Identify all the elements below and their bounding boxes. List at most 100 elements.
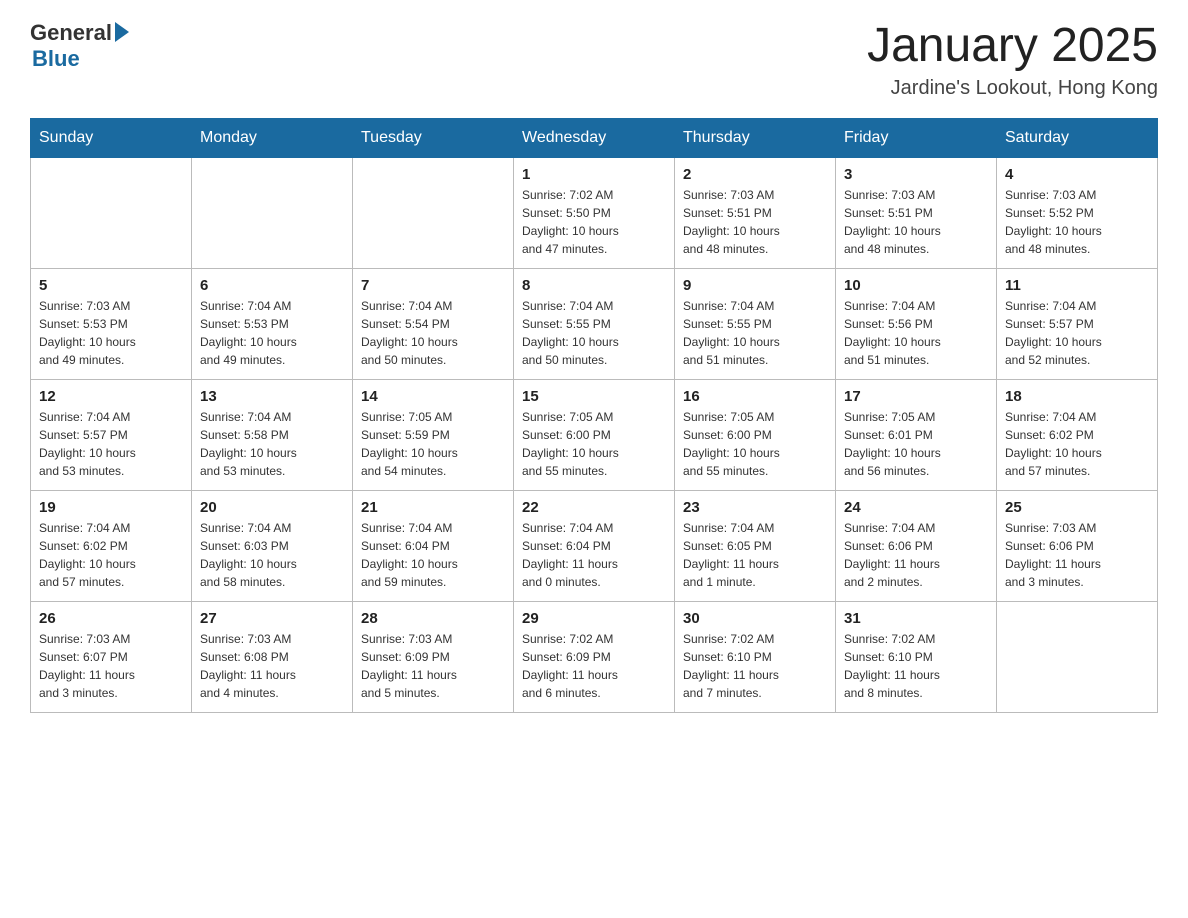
day-info: Sunrise: 7:04 AM Sunset: 5:55 PM Dayligh…	[522, 297, 666, 369]
calendar-cell	[192, 157, 353, 268]
calendar-cell: 5 Sunrise: 7:03 AM Sunset: 5:53 PM Daylig…	[31, 268, 192, 379]
day-info: Sunrise: 7:02 AM Sunset: 6:09 PM Dayligh…	[522, 630, 666, 702]
calendar-cell: 1Sunrise: 7:02 AM Sunset: 5:50 PM Daylig…	[514, 157, 675, 268]
day-info: Sunrise: 7:04 AM Sunset: 5:57 PM Dayligh…	[1005, 297, 1149, 369]
day-number: 28	[361, 610, 505, 627]
calendar-cell: 28 Sunrise: 7:03 AM Sunset: 6:09 PM Dayli…	[353, 601, 514, 712]
day-number: 14	[361, 388, 505, 405]
day-number: 5	[39, 277, 183, 294]
day-info: Sunrise: 7:04 AM Sunset: 6:02 PM Dayligh…	[1005, 408, 1149, 480]
calendar-cell: 27Sunrise: 7:03 AM Sunset: 6:08 PM Dayli…	[192, 601, 353, 712]
calendar-table: SundayMondayTuesdayWednesdayThursdayFrid…	[30, 118, 1158, 713]
month-year-title: January 2025	[867, 20, 1158, 73]
day-info: Sunrise: 7:03 AM Sunset: 6:09 PM Dayligh…	[361, 630, 505, 702]
calendar-cell	[353, 157, 514, 268]
day-info: Sunrise: 7:04 AM Sunset: 5:58 PM Dayligh…	[200, 408, 344, 480]
day-info: Sunrise: 7:02 AM Sunset: 6:10 PM Dayligh…	[844, 630, 988, 702]
calendar-cell: 24Sunrise: 7:04 AM Sunset: 6:06 PM Dayli…	[836, 490, 997, 601]
calendar-cell: 29 Sunrise: 7:02 AM Sunset: 6:09 PM Dayli…	[514, 601, 675, 712]
calendar-cell: 10 Sunrise: 7:04 AM Sunset: 5:56 PM Dayli…	[836, 268, 997, 379]
calendar-week-row: 1Sunrise: 7:02 AM Sunset: 5:50 PM Daylig…	[31, 157, 1158, 268]
day-number: 21	[361, 499, 505, 516]
day-number: 29	[522, 610, 666, 627]
day-number: 13	[200, 388, 344, 405]
day-info: Sunrise: 7:04 AM Sunset: 5:53 PM Dayligh…	[200, 297, 344, 369]
calendar-cell: 18 Sunrise: 7:04 AM Sunset: 6:02 PM Dayli…	[997, 379, 1158, 490]
day-number: 25	[1005, 499, 1149, 516]
logo-general-text: General	[30, 20, 112, 46]
logo: General Blue	[30, 20, 131, 72]
calendar-day-header: Tuesday	[353, 118, 514, 157]
day-info: Sunrise: 7:04 AM Sunset: 6:04 PM Dayligh…	[522, 519, 666, 591]
day-number: 11	[1005, 277, 1149, 294]
calendar-cell: 8 Sunrise: 7:04 AM Sunset: 5:55 PM Daylig…	[514, 268, 675, 379]
location-subtitle: Jardine's Lookout, Hong Kong	[867, 77, 1158, 100]
day-info: Sunrise: 7:03 AM Sunset: 5:52 PM Dayligh…	[1005, 186, 1149, 258]
day-info: Sunrise: 7:03 AM Sunset: 5:51 PM Dayligh…	[683, 186, 827, 258]
calendar-day-header: Wednesday	[514, 118, 675, 157]
day-number: 6	[200, 277, 344, 294]
calendar-cell: 15 Sunrise: 7:05 AM Sunset: 6:00 PM Dayli…	[514, 379, 675, 490]
calendar-day-header: Monday	[192, 118, 353, 157]
day-number: 3	[844, 166, 988, 183]
calendar-day-header: Sunday	[31, 118, 192, 157]
calendar-week-row: 5 Sunrise: 7:03 AM Sunset: 5:53 PM Daylig…	[31, 268, 1158, 379]
day-number: 15	[522, 388, 666, 405]
calendar-cell: 11 Sunrise: 7:04 AM Sunset: 5:57 PM Dayli…	[997, 268, 1158, 379]
day-number: 10	[844, 277, 988, 294]
day-number: 27	[200, 610, 344, 627]
day-info: Sunrise: 7:04 AM Sunset: 5:54 PM Dayligh…	[361, 297, 505, 369]
calendar-cell	[997, 601, 1158, 712]
calendar-cell: 23 Sunrise: 7:04 AM Sunset: 6:05 PM Dayli…	[675, 490, 836, 601]
day-number: 12	[39, 388, 183, 405]
calendar-cell: 26 Sunrise: 7:03 AM Sunset: 6:07 PM Dayli…	[31, 601, 192, 712]
calendar-cell: 2 Sunrise: 7:03 AM Sunset: 5:51 PM Daylig…	[675, 157, 836, 268]
logo-blue-text: Blue	[32, 46, 131, 72]
logo-arrow-icon	[115, 22, 129, 42]
day-info: Sunrise: 7:04 AM Sunset: 6:02 PM Dayligh…	[39, 519, 183, 591]
calendar-cell: 30 Sunrise: 7:02 AM Sunset: 6:10 PM Dayli…	[675, 601, 836, 712]
day-info: Sunrise: 7:04 AM Sunset: 5:57 PM Dayligh…	[39, 408, 183, 480]
calendar-cell: 25Sunrise: 7:03 AM Sunset: 6:06 PM Dayli…	[997, 490, 1158, 601]
day-info: Sunrise: 7:04 AM Sunset: 6:04 PM Dayligh…	[361, 519, 505, 591]
calendar-cell: 31 Sunrise: 7:02 AM Sunset: 6:10 PM Dayli…	[836, 601, 997, 712]
day-info: Sunrise: 7:05 AM Sunset: 6:00 PM Dayligh…	[522, 408, 666, 480]
day-number: 8	[522, 277, 666, 294]
day-number: 16	[683, 388, 827, 405]
day-info: Sunrise: 7:04 AM Sunset: 6:05 PM Dayligh…	[683, 519, 827, 591]
day-number: 22	[522, 499, 666, 516]
day-number: 30	[683, 610, 827, 627]
day-number: 4	[1005, 166, 1149, 183]
day-number: 24	[844, 499, 988, 516]
calendar-day-header: Saturday	[997, 118, 1158, 157]
day-number: 18	[1005, 388, 1149, 405]
day-number: 31	[844, 610, 988, 627]
page-header: General Blue January 2025 Jardine's Look…	[30, 20, 1158, 100]
day-number: 17	[844, 388, 988, 405]
day-info: Sunrise: 7:04 AM Sunset: 5:56 PM Dayligh…	[844, 297, 988, 369]
calendar-header-row: SundayMondayTuesdayWednesdayThursdayFrid…	[31, 118, 1158, 157]
day-number: 7	[361, 277, 505, 294]
calendar-cell: 13 Sunrise: 7:04 AM Sunset: 5:58 PM Dayli…	[192, 379, 353, 490]
day-number: 23	[683, 499, 827, 516]
day-info: Sunrise: 7:03 AM Sunset: 5:53 PM Dayligh…	[39, 297, 183, 369]
calendar-week-row: 12 Sunrise: 7:04 AM Sunset: 5:57 PM Dayli…	[31, 379, 1158, 490]
calendar-cell: 9Sunrise: 7:04 AM Sunset: 5:55 PM Daylig…	[675, 268, 836, 379]
day-info: Sunrise: 7:02 AM Sunset: 6:10 PM Dayligh…	[683, 630, 827, 702]
day-number: 26	[39, 610, 183, 627]
calendar-cell: 21 Sunrise: 7:04 AM Sunset: 6:04 PM Dayli…	[353, 490, 514, 601]
calendar-cell: 4 Sunrise: 7:03 AM Sunset: 5:52 PM Daylig…	[997, 157, 1158, 268]
day-number: 2	[683, 166, 827, 183]
day-info: Sunrise: 7:05 AM Sunset: 6:00 PM Dayligh…	[683, 408, 827, 480]
day-info: Sunrise: 7:05 AM Sunset: 6:01 PM Dayligh…	[844, 408, 988, 480]
day-info: Sunrise: 7:03 AM Sunset: 6:07 PM Dayligh…	[39, 630, 183, 702]
calendar-cell	[31, 157, 192, 268]
calendar-cell: 16 Sunrise: 7:05 AM Sunset: 6:00 PM Dayli…	[675, 379, 836, 490]
day-info: Sunrise: 7:02 AM Sunset: 5:50 PM Dayligh…	[522, 186, 666, 258]
calendar-cell: 14 Sunrise: 7:05 AM Sunset: 5:59 PM Dayli…	[353, 379, 514, 490]
day-info: Sunrise: 7:04 AM Sunset: 6:03 PM Dayligh…	[200, 519, 344, 591]
day-number: 9	[683, 277, 827, 294]
day-info: Sunrise: 7:05 AM Sunset: 5:59 PM Dayligh…	[361, 408, 505, 480]
calendar-cell: 19Sunrise: 7:04 AM Sunset: 6:02 PM Dayli…	[31, 490, 192, 601]
day-info: Sunrise: 7:03 AM Sunset: 5:51 PM Dayligh…	[844, 186, 988, 258]
